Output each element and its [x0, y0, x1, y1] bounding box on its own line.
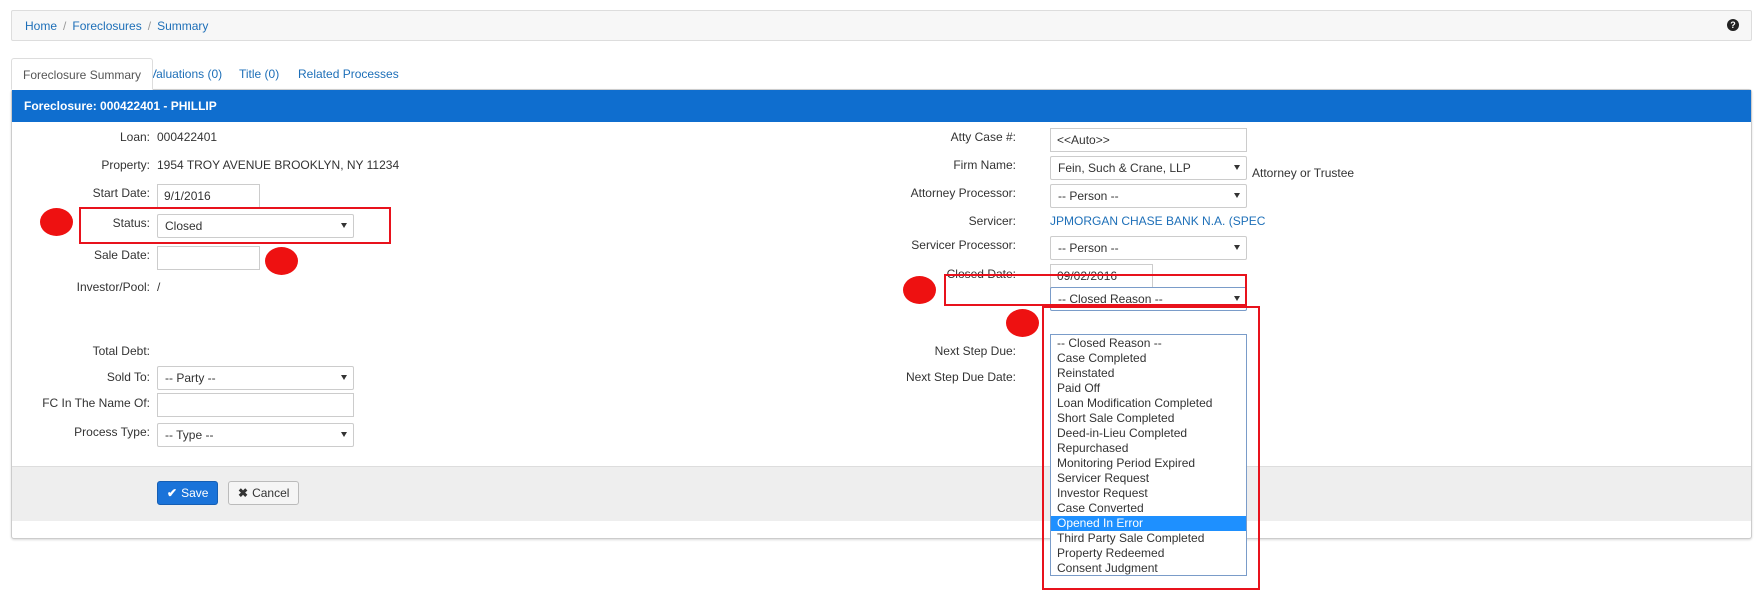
sale-date-label: Sale Date: [93, 248, 150, 262]
chevron-down-icon [341, 432, 347, 437]
firm-name-select-value: Fein, Such & Crane, LLP [1058, 161, 1191, 175]
breadcrumb-home[interactable]: Home [25, 19, 57, 33]
loan-value: 000422401 [157, 130, 218, 144]
atty-case-field[interactable]: <<Auto>> [1050, 128, 1247, 152]
property-label: Property: [101, 158, 150, 172]
closed-reason-option[interactable]: Deed-in-Lieu Completed [1051, 426, 1246, 441]
closed-reason-option[interactable]: Investor Request [1051, 486, 1246, 501]
closed-reason-option[interactable]: Monitoring Period Expired [1051, 456, 1246, 471]
closed-reason-option[interactable]: Consent Judgment [1051, 561, 1246, 576]
closed-reason-option[interactable]: -- Closed Reason -- [1051, 336, 1246, 351]
firm-note: Attorney or Trustee [1252, 166, 1355, 180]
sale-date-field[interactable] [157, 246, 260, 270]
foreclosure-panel: Foreclosure: 000422401 - PHILLIP Loan: 0… [11, 89, 1752, 539]
fc-name-field[interactable] [157, 393, 354, 417]
closed-reason-option[interactable]: Opened In Error [1051, 516, 1246, 531]
start-date-label: Start Date: [92, 186, 150, 200]
tab-related-processes[interactable]: Related Processes [287, 58, 410, 90]
closed-reason-option[interactable]: Paid Off [1051, 381, 1246, 396]
process-type-select-value: -- Type -- [165, 428, 214, 442]
cancel-button[interactable]: ✖ Cancel [228, 481, 300, 505]
total-debt-label: Total Debt: [92, 344, 150, 358]
breadcrumb-separator: / [63, 19, 67, 33]
investor-pool-value: / [157, 280, 161, 294]
annotation-dot [903, 276, 936, 304]
panel-title: Foreclosure: 000422401 - PHILLIP [12, 90, 1751, 122]
save-button-label: Save [181, 486, 209, 500]
chevron-down-icon [1234, 193, 1240, 198]
times-icon: ✖ [238, 486, 249, 500]
closed-reason-option[interactable]: Servicer Request [1051, 471, 1246, 486]
breadcrumb-summary: Summary [157, 19, 209, 33]
breadcrumb: Home / Foreclosures / Summary [25, 19, 208, 33]
closed-reason-option[interactable]: Third Party Sale Completed [1051, 531, 1246, 546]
servicer-processor-value: -- Person -- [1058, 241, 1119, 255]
breadcrumb-separator: / [147, 19, 152, 33]
annotation-box-closed-date [944, 274, 1247, 306]
chevron-down-icon [1234, 245, 1240, 250]
breadcrumb-bar: Home / Foreclosures / Summary ? [11, 10, 1752, 41]
tab-foreclosure-summary[interactable]: Foreclosure Summary [11, 58, 154, 90]
firm-name-select[interactable]: Fein, Such & Crane, LLP [1050, 156, 1247, 180]
closed-reason-options: -- Closed Reason -- Case Completed Reinsta… [1050, 334, 1247, 576]
question-circle-icon[interactable]: ? [1727, 19, 1739, 31]
loan-label: Loan: [119, 130, 150, 144]
attorney-processor-value: -- Person -- [1058, 189, 1119, 203]
start-date-field[interactable]: 9/1/2016 [157, 184, 260, 208]
chevron-down-icon [341, 375, 347, 380]
atty-case-label: Atty Case #: [950, 130, 1016, 144]
check-icon: ✔ [167, 486, 178, 500]
closed-reason-option[interactable]: Case Completed [1051, 351, 1246, 366]
breadcrumb-foreclosures[interactable]: Foreclosures [72, 19, 141, 33]
sold-to-label: Sold To: [106, 370, 150, 384]
attorney-processor-select[interactable]: -- Person -- [1050, 184, 1247, 208]
servicer-processor-label: Servicer Processor: [911, 238, 1016, 252]
servicer-label: Servicer: [968, 214, 1016, 228]
panel-footer: ✔ Save ✖ Cancel [12, 466, 1751, 521]
servicer-link[interactable]: JPMORGAN CHASE BANK N.A. (SPEC [1050, 214, 1265, 228]
process-type-label: Process Type: [74, 425, 150, 439]
closed-reason-option[interactable]: Property Redeemed [1051, 546, 1246, 561]
servicer-processor-select[interactable]: -- Person -- [1050, 236, 1247, 260]
closed-reason-option[interactable]: Reinstated [1051, 366, 1246, 381]
closed-reason-option[interactable]: Repurchased [1051, 441, 1246, 456]
property-value: 1954 TROY AVENUE BROOKLYN, NY 11234 [157, 158, 400, 172]
save-button[interactable]: ✔ Save [157, 481, 219, 505]
attorney-processor-label: Attorney Processor: [910, 186, 1016, 200]
cancel-button-label: Cancel [252, 486, 290, 500]
annotation-box-status [79, 207, 391, 244]
sold-to-select[interactable]: -- Party -- [157, 366, 354, 390]
tab-title[interactable]: Title (0) [228, 58, 290, 90]
annotation-dot [1006, 309, 1039, 337]
annotation-dot [265, 247, 298, 275]
closed-reason-option[interactable]: Case Converted [1051, 501, 1246, 516]
closed-reason-option[interactable]: Short Sale Completed [1051, 411, 1246, 426]
fc-name-label: FC In The Name Of: [42, 396, 150, 410]
annotation-dot [40, 208, 73, 236]
next-step-due-date-label: Next Step Due Date: [905, 370, 1016, 384]
investor-pool-label: Investor/Pool: [76, 280, 150, 294]
process-type-select[interactable]: -- Type -- [157, 423, 354, 447]
sold-to-select-value: -- Party -- [165, 371, 216, 385]
firm-name-label: Firm Name: [953, 158, 1016, 172]
closed-reason-option[interactable]: Loan Modification Completed [1051, 396, 1246, 411]
chevron-down-icon [1234, 165, 1240, 170]
next-step-due-label: Next Step Due: [934, 344, 1016, 358]
